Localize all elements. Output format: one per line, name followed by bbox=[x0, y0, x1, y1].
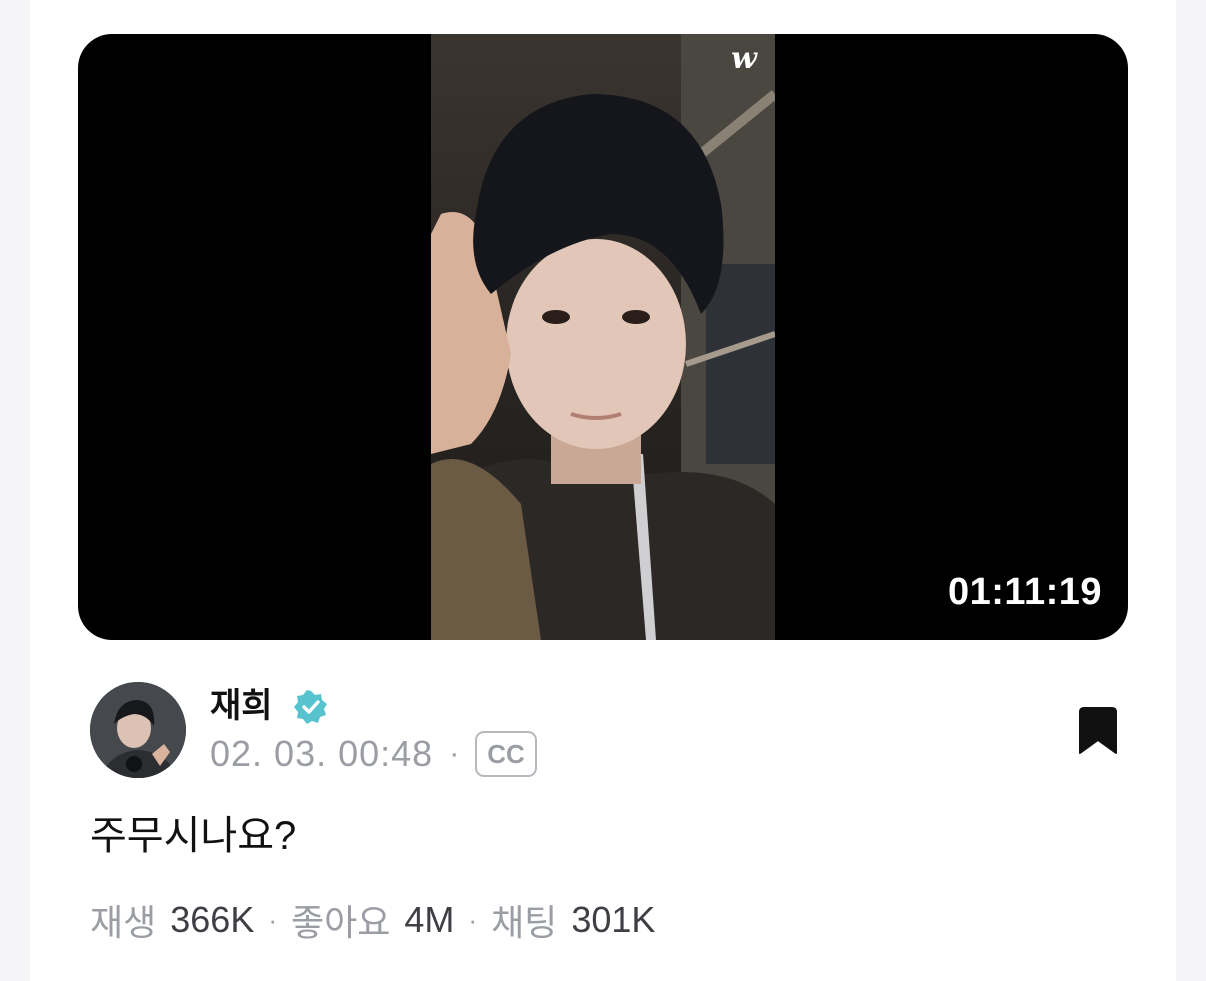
stats-separator: · bbox=[468, 904, 478, 935]
video-duration: 01:11:19 bbox=[947, 571, 1102, 613]
chats-label: 채팅 bbox=[491, 902, 558, 943]
author-name[interactable]: 재희 bbox=[210, 684, 273, 728]
post-title: 주무시나요? bbox=[90, 814, 297, 858]
chats-count: 301K bbox=[571, 899, 656, 940]
plays-label: 재생 bbox=[90, 902, 157, 943]
video-thumbnail-art bbox=[431, 34, 775, 640]
author-avatar[interactable] bbox=[90, 682, 186, 778]
likes-count: 4M bbox=[404, 899, 455, 940]
stats-separator: · bbox=[268, 904, 277, 935]
verified-badge-icon bbox=[294, 690, 327, 724]
post-card: w 01:11:19 재희 02. 03. 00:48 · CC 주무시나요? … bbox=[30, 0, 1176, 981]
meta-separator: · bbox=[449, 737, 460, 770]
plays-count: 366K bbox=[170, 899, 255, 940]
video-thumbnail: w bbox=[431, 34, 775, 640]
post-meta: 02. 03. 00:48 · CC bbox=[210, 730, 537, 778]
post-stats: 재생 366K · 좋아요 4M · 채팅 301K bbox=[90, 894, 655, 946]
likes-label: 좋아요 bbox=[291, 902, 391, 943]
video-player[interactable]: w 01:11:19 bbox=[78, 34, 1128, 640]
cc-badge: CC bbox=[475, 731, 537, 777]
post-date: 02. 03. 00:48 bbox=[210, 733, 434, 774]
avatar-image bbox=[90, 682, 186, 778]
weverse-logo-icon: w bbox=[731, 41, 757, 76]
bookmark-icon[interactable] bbox=[1076, 706, 1120, 756]
